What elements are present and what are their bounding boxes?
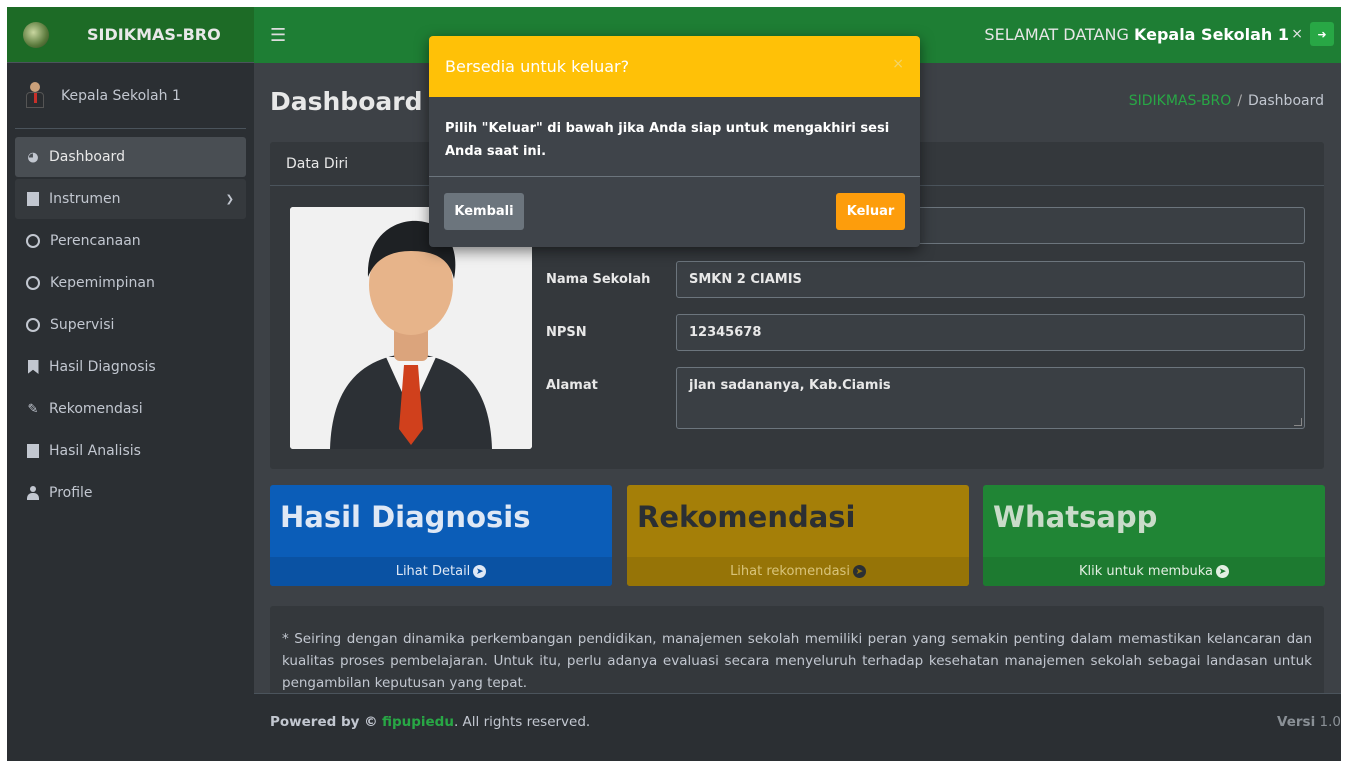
logout-modal: Bersedia untuk keluar? × Pilih "Keluar" … (429, 36, 920, 247)
modal-header: Bersedia untuk keluar? × (429, 36, 920, 97)
logout-confirm-button[interactable]: Keluar (836, 193, 905, 230)
close-icon[interactable]: × (892, 56, 904, 72)
modal-title: Bersedia untuk keluar? (445, 57, 630, 76)
app-frame: SIDIKMAS-BRO ☰ SELAMAT DATANG Kepala Sek… (7, 7, 1341, 761)
modal-body: Pilih "Keluar" di bawah jika Anda siap u… (429, 97, 920, 177)
modal-footer: Kembali Keluar (429, 177, 920, 247)
cancel-button[interactable]: Kembali (444, 193, 524, 230)
